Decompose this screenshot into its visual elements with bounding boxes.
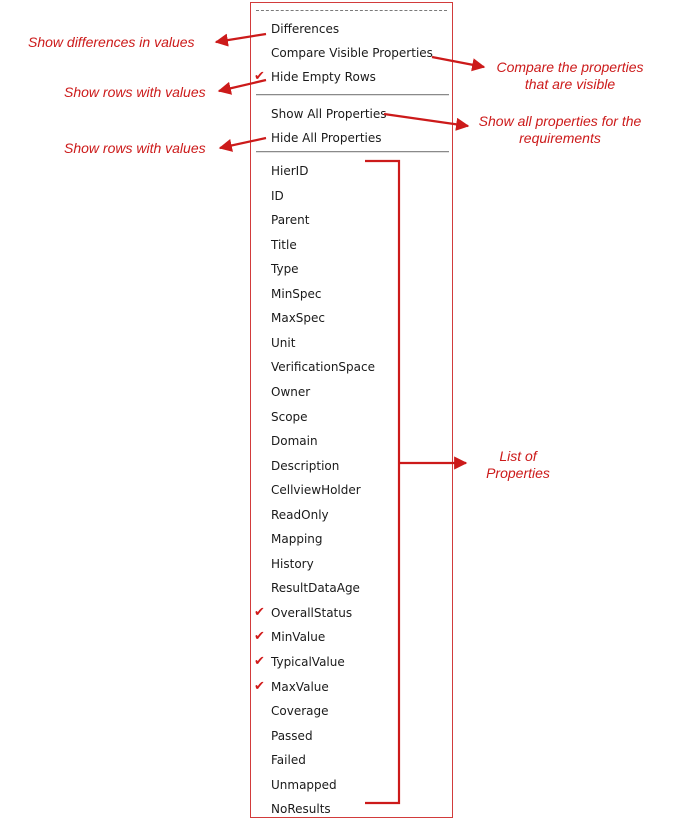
- arrow-hide-all: [218, 136, 267, 152]
- bracket-properties: [365, 159, 401, 805]
- arrow-compare: [431, 55, 486, 72]
- arrow-show-all: [383, 112, 470, 131]
- arrow-differences: [214, 32, 267, 47]
- arrow-hide-empty: [217, 78, 267, 95]
- annotation-arrows: [214, 32, 486, 805]
